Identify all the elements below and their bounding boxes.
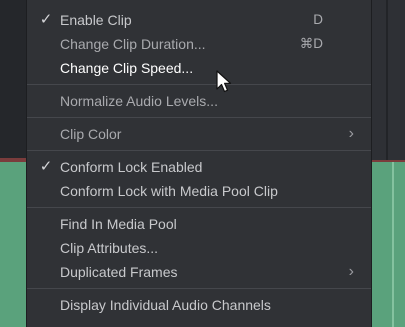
- clip-edge-handle[interactable]: [392, 162, 394, 327]
- menu-item-conform-lock-enabled[interactable]: ✓ Conform Lock Enabled: [27, 155, 371, 179]
- menu-item-clip-attributes[interactable]: Clip Attributes...: [27, 236, 371, 260]
- chevron-right-icon: ›: [348, 263, 354, 280]
- menu-item-duplicated-frames[interactable]: Duplicated Frames ›: [27, 260, 371, 284]
- mouse-pointer-icon: [216, 70, 232, 93]
- menu-item-normalize-audio-levels[interactable]: Normalize Audio Levels...: [27, 89, 371, 113]
- menu-item-label: Conform Lock with Media Pool Clip: [60, 183, 278, 199]
- menu-item-label: Clip Attributes...: [60, 240, 159, 256]
- menu-item-label: Duplicated Frames: [60, 264, 178, 280]
- timeline-right-area: [372, 0, 405, 160]
- timeline-clip-left[interactable]: [0, 162, 26, 327]
- menu-item-enable-clip[interactable]: ✓ Enable Clip D: [27, 8, 371, 32]
- shortcut-label: ⌘D: [299, 36, 323, 51]
- menu-item-change-clip-duration[interactable]: Change Clip Duration... ⌘D: [27, 32, 371, 56]
- menu-item-change-clip-speed[interactable]: Change Clip Speed...: [27, 56, 371, 80]
- menu-separator: [27, 84, 371, 85]
- shortcut-label: D: [313, 12, 323, 27]
- menu-item-label: Change Clip Speed...: [60, 60, 194, 76]
- menu-item-label: Normalize Audio Levels...: [60, 93, 218, 109]
- timeline-clip-right[interactable]: [372, 162, 405, 327]
- menu-item-find-in-media-pool[interactable]: Find In Media Pool: [27, 212, 371, 236]
- menu-item-label: Clip Color: [60, 126, 122, 142]
- menu-item-label: Conform Lock Enabled: [60, 159, 203, 175]
- menu-item-label: Display Individual Audio Channels: [60, 297, 271, 313]
- menu-item-label: Find In Media Pool: [60, 216, 177, 232]
- timeline-divider: [386, 0, 388, 160]
- menu-separator: [27, 207, 371, 208]
- menu-separator: [27, 117, 371, 118]
- check-icon: ✓: [39, 11, 53, 28]
- menu-separator: [27, 150, 371, 151]
- check-icon: ✓: [39, 158, 53, 175]
- chevron-right-icon: ›: [348, 125, 354, 142]
- menu-separator: [27, 288, 371, 289]
- menu-item-display-individual-audio-channels[interactable]: Display Individual Audio Channels: [27, 293, 371, 317]
- menu-item-label: Change Clip Duration...: [60, 36, 206, 52]
- menu-item-label: Enable Clip: [60, 12, 132, 28]
- menu-item-conform-lock-media-pool[interactable]: Conform Lock with Media Pool Clip: [27, 179, 371, 203]
- menu-item-clip-color[interactable]: Clip Color ›: [27, 122, 371, 146]
- clip-context-menu: ✓ Enable Clip D Change Clip Duration... …: [26, 0, 372, 327]
